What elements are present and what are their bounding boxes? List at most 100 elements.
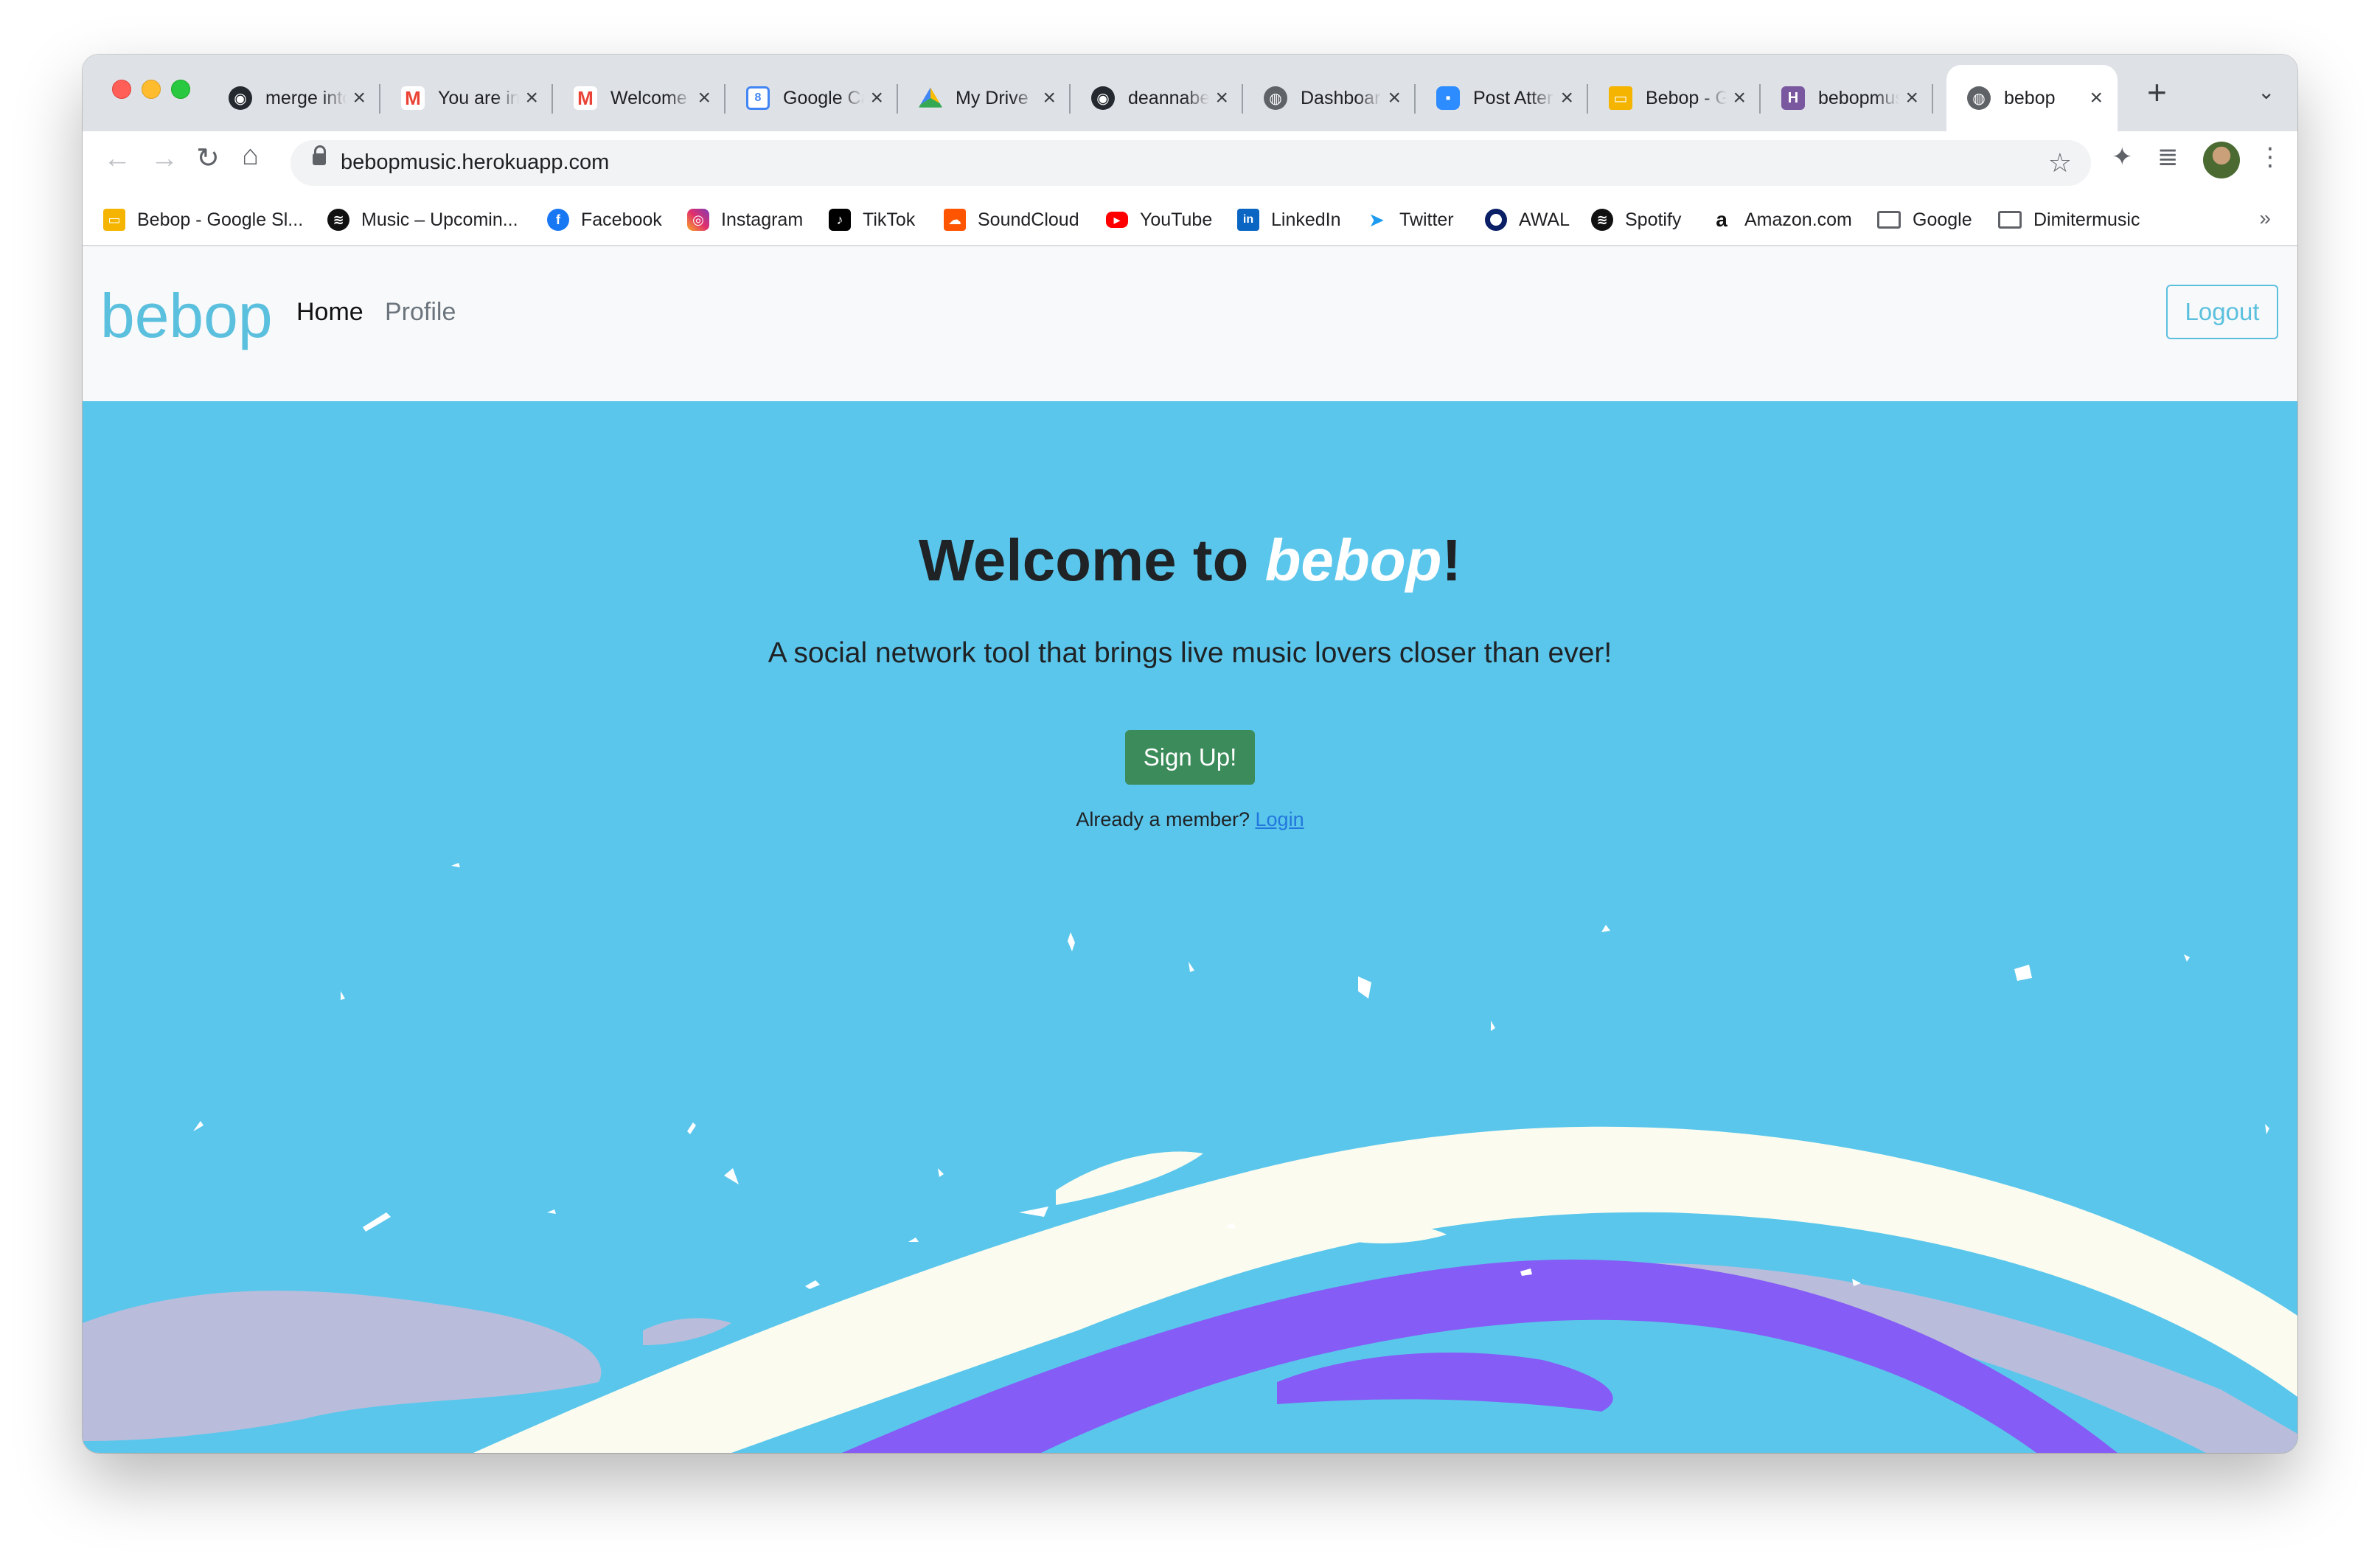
nav-profile-link[interactable]: Profile (385, 298, 456, 327)
bookmark-folder-dimitermusic[interactable]: Dimitermusic (1998, 205, 2140, 235)
tiktok-icon: ♪ (829, 209, 851, 231)
site-logo[interactable]: bebop (100, 280, 273, 352)
bookmarks-overflow-chevron-icon[interactable]: » (2259, 206, 2271, 230)
maximize-window-button[interactable] (171, 80, 190, 99)
youtube-icon: ▸ (1106, 212, 1128, 228)
member-prompt-text: Already a member? (1076, 808, 1256, 830)
forward-arrow-icon[interactable]: → (150, 145, 178, 173)
bookmark-linkedin[interactable]: in LinkedIn (1237, 205, 1341, 235)
bookmark-label: Instagram (721, 209, 804, 230)
close-icon[interactable]: × (1388, 87, 1401, 109)
page-content: bebop Home Profile Logout Welcome to beb… (83, 246, 2297, 1453)
awal-icon (1485, 209, 1507, 231)
tab-title: Welcome to bebop (610, 87, 692, 108)
bookmark-music-upcoming[interactable]: ≋ Music – Upcomin... (327, 205, 518, 235)
lock-icon[interactable] (313, 145, 326, 165)
back-arrow-icon[interactable]: ← (103, 145, 131, 173)
bookmark-awal[interactable]: AWAL (1485, 205, 1570, 235)
minimize-window-button[interactable] (142, 80, 161, 99)
tab-gmail-invited[interactable]: M You are invited × (380, 65, 553, 131)
close-icon[interactable]: × (352, 87, 366, 109)
tab-search-chevron-icon[interactable]: ⌄ (2258, 80, 2275, 104)
close-icon[interactable]: × (1043, 87, 1056, 109)
close-icon[interactable]: × (2090, 87, 2103, 109)
bookmark-soundcloud[interactable]: ☁ SoundCloud (944, 205, 1079, 235)
tab-merge[interactable]: ◉ merge into main × (208, 65, 380, 131)
bookmark-label: Bebop - Google Sl... (137, 209, 304, 230)
menu-kebab-icon[interactable]: ⋮ (2258, 145, 2283, 170)
bookmark-amazon[interactable]: a Amazon.com (1711, 205, 1852, 235)
logout-button[interactable]: Logout (2166, 285, 2278, 339)
close-icon[interactable]: × (1215, 87, 1228, 109)
hero-subtitle: A social network tool that brings live m… (768, 637, 1612, 669)
bookmark-label: Music – Upcomin... (361, 209, 518, 230)
browser-toolbar: ← → ↻ ⌂ bebopmusic.herokuapp.com ☆ ✦ ≣ ⋮ (83, 131, 2297, 195)
tab-google-calendar[interactable]: 8 Google Calendar × (726, 65, 898, 131)
twitter-icon: ➤ (1368, 208, 1385, 231)
github-icon: ◉ (1091, 86, 1115, 110)
sign-up-button[interactable]: Sign Up! (1125, 730, 1255, 785)
profile-avatar[interactable] (2203, 142, 2240, 178)
nav-home-link[interactable]: Home (296, 298, 363, 327)
tab-google-slides[interactable]: ▭ Bebop - Google Slides × (1588, 65, 1761, 131)
tab-bebop-active[interactable]: ◍ bebop × (1946, 65, 2118, 131)
bookmarks-bar: ▭ Bebop - Google Sl... ≋ Music – Upcomin… (83, 195, 2297, 246)
home-icon[interactable]: ⌂ (242, 142, 259, 170)
google-drive-icon (919, 87, 942, 108)
bookmark-facebook[interactable]: f Facebook (547, 205, 662, 235)
tab-my-drive[interactable]: My Drive × (898, 65, 1071, 131)
bookmark-star-icon[interactable]: ☆ (2048, 147, 2072, 178)
member-prompt: Already a member? Login (83, 808, 2297, 831)
google-calendar-icon: 8 (746, 86, 770, 110)
spotify-icon: ≋ (327, 209, 349, 231)
heroku-icon: H (1781, 86, 1805, 110)
bookmark-label: LinkedIn (1271, 209, 1341, 230)
bookmark-youtube[interactable]: ▸ YouTube (1106, 205, 1212, 235)
address-bar[interactable]: bebopmusic.herokuapp.com ☆ (290, 140, 2091, 186)
media-queue-icon[interactable]: ≣ (2157, 145, 2179, 170)
tab-title: bebop (2004, 87, 2056, 108)
reload-icon[interactable]: ↻ (196, 145, 220, 173)
close-icon[interactable]: × (525, 87, 538, 109)
extensions-puzzle-icon[interactable]: ✦ (2112, 145, 2133, 170)
hero-title-suffix: ! (1441, 527, 1462, 593)
tab-dashboard[interactable]: ◍ Dashboard × (1243, 65, 1416, 131)
tab-title: Google Calendar (783, 87, 864, 108)
bookmark-instagram[interactable]: ◎ Instagram (687, 205, 803, 235)
bookmark-label: Twitter (1399, 209, 1454, 230)
tab-zoom[interactable]: ▪ Post Attendee × (1416, 65, 1588, 131)
tab-title: Dashboard (1301, 87, 1382, 108)
close-icon[interactable]: × (1733, 87, 1746, 109)
close-icon[interactable]: × (870, 87, 883, 109)
gmail-icon: M (401, 86, 425, 110)
tab-title: bebopmusic (1818, 87, 1899, 108)
close-icon[interactable]: × (697, 87, 711, 109)
tab-heroku[interactable]: H bebopmusic × (1761, 65, 1933, 131)
close-window-button[interactable] (112, 80, 131, 99)
tab-title: Post Attendee (1473, 87, 1555, 108)
close-icon[interactable]: × (1560, 87, 1573, 109)
url-text[interactable]: bebopmusic.herokuapp.com (341, 150, 609, 175)
globe-icon: ◍ (1264, 86, 1287, 110)
bookmark-label: SoundCloud (978, 209, 1079, 230)
tab-github-deanna[interactable]: ◉ deannabebop × (1071, 65, 1243, 131)
tab-strip: ◉ merge into main × M You are invited × … (83, 55, 2297, 131)
hero-title: Welcome to bebop! (83, 527, 2297, 594)
tab-gmail-welcome[interactable]: M Welcome to bebop × (553, 65, 726, 131)
tab-title: Bebop - Google Slides (1646, 87, 1727, 108)
tab-title: My Drive (956, 87, 1029, 108)
bookmark-tiktok[interactable]: ♪ TikTok (829, 205, 915, 235)
new-tab-button[interactable]: + (2147, 75, 2167, 109)
globe-icon: ◍ (1967, 86, 1991, 110)
bookmark-label: Amazon.com (1744, 209, 1852, 230)
close-icon[interactable]: × (1905, 87, 1918, 109)
bookmark-folder-google[interactable]: Google (1877, 205, 1972, 235)
hero-title-prefix: Welcome to (918, 527, 1265, 593)
bookmark-label: Google (1913, 209, 1972, 230)
bookmark-twitter[interactable]: ➤ Twitter (1365, 205, 1454, 235)
bookmark-bebop-slides[interactable]: ▭ Bebop - Google Sl... (103, 205, 303, 235)
instagram-icon: ◎ (687, 209, 709, 231)
linkedin-icon: in (1237, 209, 1259, 231)
bookmark-spotify[interactable]: ≋ Spotify (1591, 205, 1681, 235)
login-link[interactable]: Login (1256, 808, 1304, 830)
